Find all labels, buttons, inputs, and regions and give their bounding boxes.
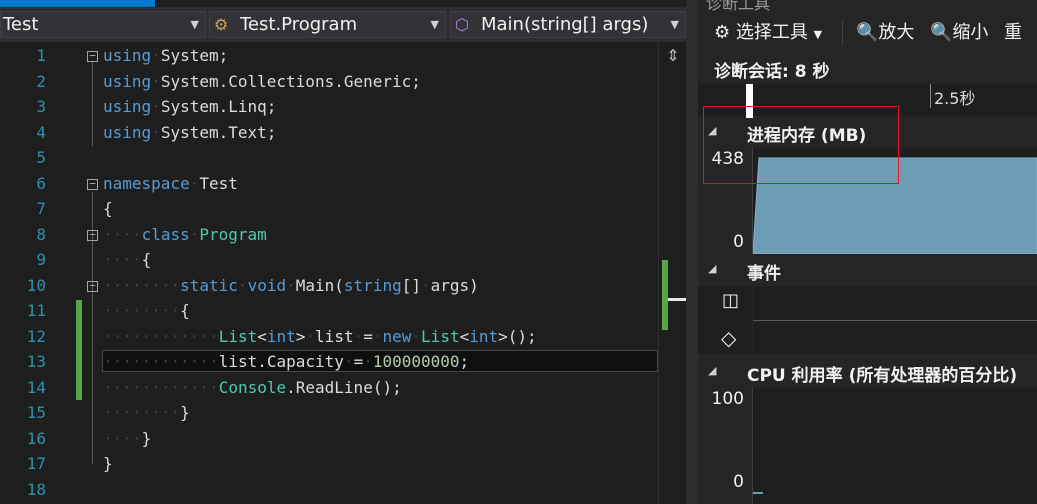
zoom-in-icon: 🔍: [856, 22, 879, 43]
line-number: 7: [36, 199, 46, 218]
chevron-down-icon: ▼: [190, 18, 199, 31]
select-tools-label: 选择工具: [735, 22, 808, 43]
diagnostic-tools-panel: 诊断工具 ⚙ 选择工具 ▼ 🔍放大 🔍缩小 重 诊断会话: 8 秒 2.5秒 ◢…: [698, 0, 1037, 504]
class-dropdown[interactable]: ⚙ Test.Program ▼: [209, 11, 446, 38]
memory-min-label: 0: [733, 232, 744, 252]
collapse-triangle-icon[interactable]: ◢: [708, 262, 716, 275]
events-section-header[interactable]: ◢ 事件: [698, 256, 1037, 286]
line-number: 15: [26, 403, 46, 422]
project-dropdown-label: Test: [3, 14, 39, 35]
line-number: 17: [26, 454, 46, 473]
navigation-bar: Test ▼ ⚙ Test.Program ▼ ⬡ Main(string[] …: [0, 7, 698, 42]
diamond-event-icon: ◇: [721, 326, 737, 350]
line-number: 16: [26, 429, 46, 448]
zoom-in-label: 放大: [878, 22, 915, 43]
line-number: 14: [26, 378, 46, 397]
line-number: 11: [26, 301, 46, 320]
cpu-max-label: 100: [711, 389, 744, 409]
events-section-title: 事件: [747, 264, 781, 284]
events-track-divider: [753, 320, 1037, 321]
code-area[interactable]: − − − − 1 2 3 4 5 6 7 8 9 10 11 12 13 14…: [0, 42, 658, 504]
session-duration: 诊断会话: 8 秒: [714, 62, 830, 82]
events-track[interactable]: [753, 286, 1037, 354]
code-line[interactable]: ········static·void·Main(string[]·args): [103, 276, 479, 295]
line-number: 13: [26, 352, 46, 371]
cpu-usage-line: [753, 492, 763, 494]
fold-toggle-icon[interactable]: −: [87, 50, 98, 62]
line-number: 18: [26, 480, 46, 499]
line-number: 2: [36, 72, 46, 91]
cpu-section-title: CPU 利用率 (所有处理器的百分比): [747, 366, 1018, 386]
scrollbar-change-marker: [662, 260, 668, 330]
code-line[interactable]: using·System.Text;: [103, 123, 276, 142]
reset-view-button[interactable]: 重: [1004, 18, 1022, 44]
timeline-tick: [930, 84, 931, 108]
code-line[interactable]: ····class·Program: [103, 225, 267, 244]
code-line[interactable]: ············list.Capacity·=·100000000;: [103, 352, 469, 371]
code-line[interactable]: ············Console.ReadLine();: [103, 378, 402, 397]
toolbar-separator: [842, 20, 843, 46]
change-indicator: [76, 300, 82, 400]
line-number: 1: [36, 46, 46, 65]
member-dropdown-label: Main(string[] args): [481, 14, 649, 35]
graph-axis: [752, 388, 753, 504]
active-tab-indicator: [0, 0, 155, 7]
line-number: 5: [36, 148, 46, 167]
code-line[interactable]: ····{: [103, 250, 151, 269]
code-line[interactable]: {: [103, 199, 113, 218]
fold-guide: [92, 62, 93, 146]
code-line[interactable]: ········{: [103, 301, 190, 320]
collapse-triangle-icon[interactable]: ◢: [708, 364, 716, 377]
split-window-icon[interactable]: ⇕: [660, 46, 686, 66]
code-line[interactable]: }: [103, 454, 113, 473]
breakpoint-events-icon: ◫: [722, 290, 740, 311]
cpu-min-label: 0: [733, 472, 744, 492]
line-number: 9: [36, 250, 46, 269]
fold-toggle-icon[interactable]: −: [87, 280, 98, 292]
zoom-out-icon: 🔍: [930, 22, 953, 43]
class-icon: ⚙: [214, 15, 229, 34]
code-line[interactable]: using·System.Collections.Generic;: [103, 72, 421, 91]
cpu-section-header[interactable]: ◢ CPU 利用率 (所有处理器的百分比): [698, 358, 1037, 388]
fold-toggle-icon[interactable]: −: [87, 229, 98, 241]
code-line[interactable]: using·System.Linq;: [103, 97, 276, 116]
chevron-down-icon: ▼: [670, 18, 679, 31]
code-line[interactable]: ····}: [103, 429, 151, 448]
timeline-tick-label: 2.5秒: [934, 89, 976, 108]
zoom-out-label: 缩小: [952, 22, 989, 43]
zoom-in-button[interactable]: 🔍放大: [856, 18, 914, 44]
class-dropdown-label: Test.Program: [240, 14, 358, 35]
fold-toggle-icon[interactable]: −: [87, 178, 98, 190]
line-number: 12: [26, 327, 46, 346]
line-number: 4: [36, 123, 46, 142]
annotation-highlight-box: [703, 106, 899, 184]
code-line[interactable]: ············List<int>·list·=·new·List<in…: [103, 327, 537, 346]
project-dropdown[interactable]: Test ▼: [0, 11, 206, 38]
scrollbar-caret-marker: [668, 298, 686, 301]
select-tools-button[interactable]: ⚙ 选择工具 ▼: [714, 18, 822, 44]
line-number: 3: [36, 97, 46, 116]
cpu-graph[interactable]: [753, 388, 1037, 504]
code-editor[interactable]: Test ▼ ⚙ Test.Program ▼ ⬡ Main(string[] …: [0, 0, 698, 504]
line-number: 10: [26, 276, 46, 295]
zoom-out-button[interactable]: 🔍缩小: [930, 18, 988, 44]
line-number: 8: [36, 225, 46, 244]
code-line[interactable]: namespace·Test: [103, 174, 238, 193]
code-line[interactable]: ········}: [103, 403, 190, 422]
chevron-down-icon: ▼: [430, 18, 439, 31]
chevron-down-icon: ▼: [813, 28, 823, 41]
gear-icon: ⚙: [714, 22, 731, 43]
method-icon: ⬡: [455, 15, 469, 34]
line-number: 6: [36, 174, 46, 193]
member-dropdown[interactable]: ⬡ Main(string[] args) ▼: [450, 11, 686, 38]
pane-splitter[interactable]: [686, 0, 698, 504]
reset-view-label: 重: [1004, 22, 1022, 43]
code-line[interactable]: using·System;: [103, 46, 228, 65]
diagnostics-toolbar: ⚙ 选择工具 ▼ 🔍放大 🔍缩小 重: [698, 12, 1037, 50]
